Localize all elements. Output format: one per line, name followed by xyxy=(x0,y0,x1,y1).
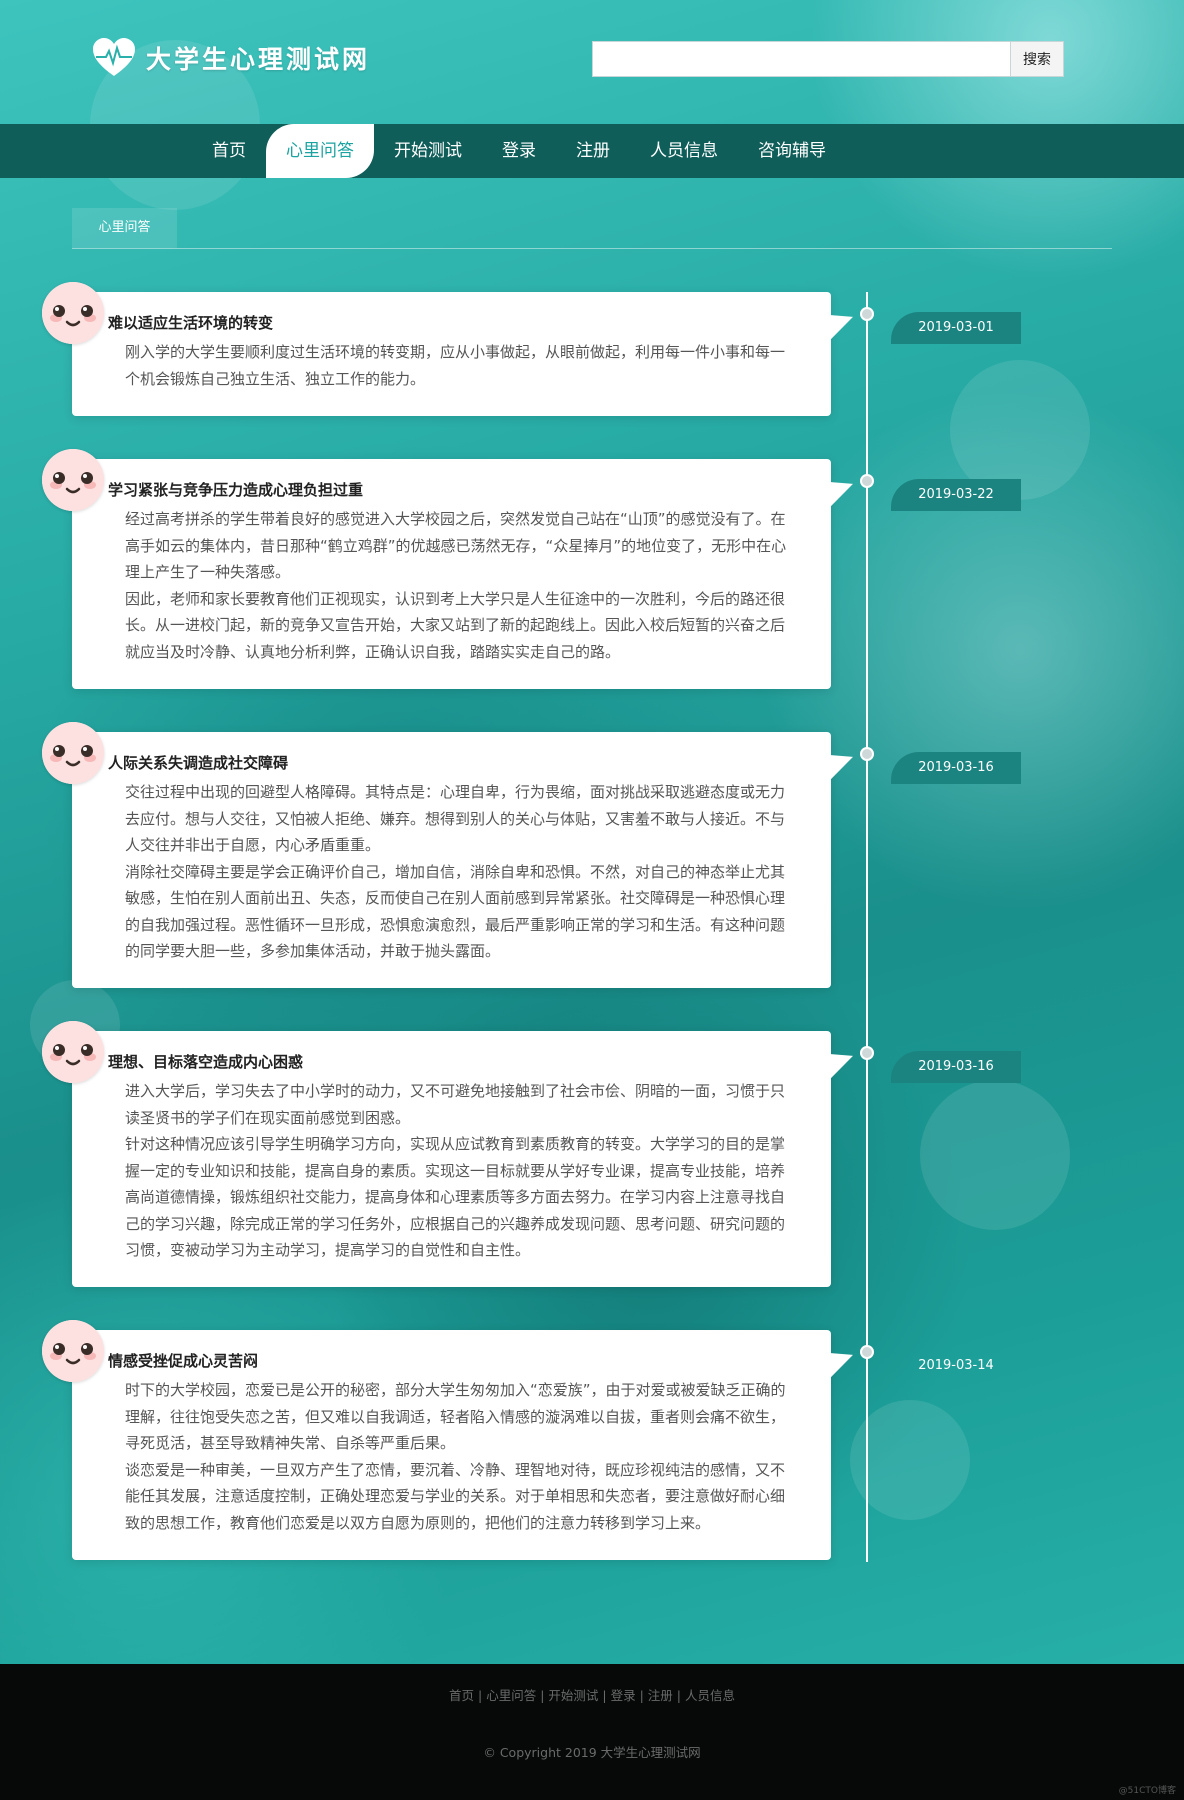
site-footer: 首页 | 心里问答 | 开始测试 | 登录 | 注册 | 人员信息 © Copy… xyxy=(0,1664,1184,1800)
timeline-dot xyxy=(860,1345,874,1359)
smiley-face-icon xyxy=(42,1021,104,1083)
post-date: 2019-03-16 xyxy=(891,1051,1021,1083)
nav-list: 首页 心里问答 开始测试 登录 注册 人员信息 咨询辅导 xyxy=(192,124,846,178)
footer-separator: | xyxy=(672,1688,685,1703)
footer-link[interactable]: 心里问答 xyxy=(486,1688,536,1703)
post-date: 2019-03-22 xyxy=(891,479,1021,511)
post-paragraph: 针对这种情况应该引导学生明确学习方向，实现从应试教育到素质教育的转变。大学学习的… xyxy=(125,1135,786,1259)
post-paragraph: 因此，老师和家长要教育他们正视现实，认识到考上大学只是人生征途中的一次胜利，今后… xyxy=(125,589,786,661)
post-card: 学习紧张与竞争压力造成心理负担过重经过高考拼杀的学生带着良好的感觉进入大学校园之… xyxy=(72,459,831,689)
footer-link[interactable]: 首页 xyxy=(449,1688,474,1703)
nav-item[interactable]: 开始测试 xyxy=(374,124,482,178)
nav-item[interactable]: 心里问答 xyxy=(266,124,374,178)
search-bar: 搜索 xyxy=(592,41,1064,77)
post-date: 2019-03-14 xyxy=(918,1358,994,1373)
post-paragraph: 刚入学的大学生要顺利度过生活环境的转变期，应从小事做起，从眼前做起，利用每一件小… xyxy=(125,343,786,388)
post-card: 难以适应生活环境的转变刚入学的大学生要顺利度过生活环境的转变期，应从小事做起，从… xyxy=(72,292,831,416)
post-title[interactable]: 难以适应生活环境的转变 xyxy=(108,312,795,333)
timeline-dot xyxy=(860,474,874,488)
avatar xyxy=(42,722,104,784)
post-title[interactable]: 学习紧张与竞争压力造成心理负担过重 xyxy=(108,479,795,500)
timeline-dot xyxy=(860,307,874,321)
bokeh-decoration xyxy=(920,1080,1070,1230)
heart-pulse-icon xyxy=(93,38,135,76)
footer-link[interactable]: 人员信息 xyxy=(685,1688,735,1703)
avatar xyxy=(42,282,104,344)
footer-separator: | xyxy=(635,1688,648,1703)
nav-item[interactable]: 注册 xyxy=(556,124,630,178)
smiley-face-icon xyxy=(42,282,104,344)
site-header: 大学生心理测试网 搜索 xyxy=(0,0,1184,124)
main-nav: 首页 心里问答 开始测试 登录 注册 人员信息 咨询辅导 xyxy=(0,124,1184,178)
bokeh-decoration xyxy=(850,1400,970,1520)
avatar xyxy=(42,449,104,511)
footer-separator: | xyxy=(474,1688,487,1703)
search-input[interactable] xyxy=(592,41,1011,77)
nav-item[interactable]: 登录 xyxy=(482,124,556,178)
copyright: © Copyright 2019 大学生心理测试网 xyxy=(483,1745,701,1760)
post-body: 交往过程中出现的回避型人格障碍。其特点是：心理自卑，行为畏缩，面对挑战采取逃避态… xyxy=(114,779,795,965)
post-card: 情感受挫促成心灵苦闷时下的大学校园，恋爱已是公开的秘密，部分大学生匆匆加入“恋爱… xyxy=(72,1330,831,1560)
footer-link[interactable]: 注册 xyxy=(648,1688,673,1703)
post-paragraph: 进入大学后，学习失去了中小学时的动力，又不可避免地接触到了社会市侩、阴暗的一面，… xyxy=(125,1082,786,1127)
watermark: @51CTO博客 xyxy=(1118,1786,1176,1796)
post-date: 2019-03-16 xyxy=(891,752,1021,784)
timeline-dot xyxy=(860,747,874,761)
post-paragraph: 时下的大学校园，恋爱已是公开的秘密，部分大学生匆匆加入“恋爱族”，由于对爱或被爱… xyxy=(125,1381,786,1452)
post-title[interactable]: 理想、目标落空造成内心困惑 xyxy=(108,1051,795,1072)
post-body: 刚入学的大学生要顺利度过生活环境的转变期，应从小事做起，从眼前做起，利用每一件小… xyxy=(114,339,795,392)
nav-item[interactable]: 人员信息 xyxy=(630,124,738,178)
post-card: 理想、目标落空造成内心困惑进入大学后，学习失去了中小学时的动力，又不可避免地接触… xyxy=(72,1031,831,1287)
smiley-face-icon xyxy=(42,722,104,784)
timeline-dot xyxy=(860,1046,874,1060)
nav-item[interactable]: 咨询辅导 xyxy=(738,124,846,178)
post-paragraph: 消除社交障碍主要是学会正确评价自己，增加自信，消除自卑和恐惧。不然，对自己的神态… xyxy=(125,862,786,961)
footer-separator: | xyxy=(598,1688,611,1703)
avatar xyxy=(42,1320,104,1382)
section-divider xyxy=(72,248,1112,249)
post-paragraph: 经过高考拼杀的学生带着良好的感觉进入大学校园之后，突然发觉自己站在“山顶”的感觉… xyxy=(125,510,787,581)
post-body: 时下的大学校园，恋爱已是公开的秘密，部分大学生匆匆加入“恋爱族”，由于对爱或被爱… xyxy=(114,1377,795,1536)
footer-link[interactable]: 登录 xyxy=(611,1688,636,1703)
post-title[interactable]: 情感受挫促成心灵苦闷 xyxy=(108,1350,795,1371)
site-title: 大学生心理测试网 xyxy=(146,45,371,74)
post-body: 经过高考拼杀的学生带着良好的感觉进入大学校园之后，突然发觉自己站在“山顶”的感觉… xyxy=(114,506,795,665)
smiley-face-icon xyxy=(42,1320,104,1382)
footer-separator: | xyxy=(536,1688,549,1703)
footer-link[interactable]: 开始测试 xyxy=(548,1688,598,1703)
search-button[interactable]: 搜索 xyxy=(1011,41,1064,77)
footer-links: 首页 | 心里问答 | 开始测试 | 登录 | 注册 | 人员信息 xyxy=(0,1664,1184,1704)
post-body: 进入大学后，学习失去了中小学时的动力，又不可避免地接触到了社会市侩、阴暗的一面，… xyxy=(114,1078,795,1264)
post-paragraph: 谈恋爱是一种审美，一旦双方产生了恋情，要沉着、冷静、理智地对待，既应珍视纯洁的感… xyxy=(125,1460,786,1532)
post-title[interactable]: 人际关系失调造成社交障碍 xyxy=(108,752,795,773)
post-date: 2019-03-01 xyxy=(891,312,1021,344)
post-paragraph: 交往过程中出现的回避型人格障碍。其特点是：心理自卑，行为畏缩，面对挑战采取逃避态… xyxy=(125,783,786,854)
post-card: 人际关系失调造成社交障碍交往过程中出现的回避型人格障碍。其特点是：心理自卑，行为… xyxy=(72,732,831,988)
avatar xyxy=(42,1021,104,1083)
nav-item[interactable]: 首页 xyxy=(192,124,266,178)
site-logo[interactable]: 大学生心理测试网 xyxy=(92,38,370,78)
section-tab[interactable]: 心里问答 xyxy=(72,208,177,248)
smiley-face-icon xyxy=(42,449,104,511)
